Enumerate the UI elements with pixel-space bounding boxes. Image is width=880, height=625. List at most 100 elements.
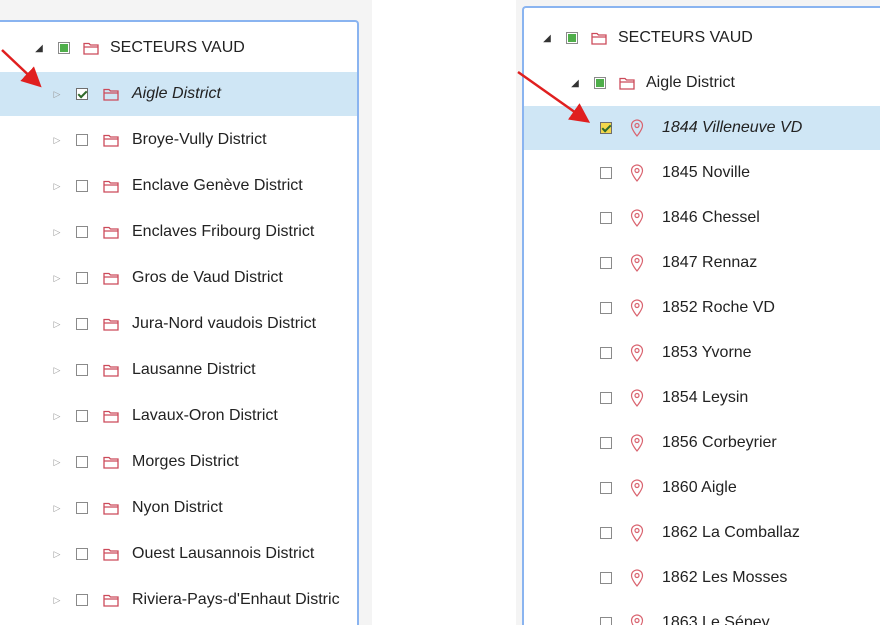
item-label: Ouest Lausannois District	[132, 545, 315, 562]
collapsed-triangle-icon[interactable]: ▷	[50, 595, 64, 606]
tree-item-morges-district[interactable]: ▷ Morges District	[0, 440, 357, 484]
tree-item-lausanne-district[interactable]: ▷ Lausanne District	[0, 348, 357, 392]
leaf-label: 1847 Rennaz	[662, 254, 758, 271]
collapsed-triangle-icon[interactable]: ▷	[50, 411, 64, 422]
item-checkbox[interactable]	[76, 180, 88, 192]
tree-leaf-1862-la-comballaz[interactable]: 1862 La Comballaz	[524, 511, 880, 555]
tree-item-nyon-district[interactable]: ▷ Nyon District	[0, 486, 357, 530]
tree-leaf-1847-rennaz[interactable]: 1847 Rennaz	[524, 241, 880, 285]
collapsed-triangle-icon[interactable]: ▷	[50, 503, 64, 514]
leaf-label: 1845 Noville	[662, 164, 751, 181]
tree-item-riviera-pays-d-enhaut-distric[interactable]: ▷ Riviera-Pays-d'Enhaut Distric	[0, 578, 357, 622]
tree-leaf-1863-le-sepey[interactable]: 1863 Le Sépey	[524, 601, 880, 625]
leaf-checkbox[interactable]	[600, 482, 612, 494]
map-pin-icon	[628, 389, 646, 407]
folder-icon	[618, 74, 636, 92]
map-pin-icon	[628, 164, 646, 182]
collapsed-triangle-icon[interactable]: ▷	[50, 549, 64, 560]
leaf-label: 1863 Le Sépey	[662, 614, 770, 625]
collapsed-triangle-icon[interactable]: ▷	[50, 457, 64, 468]
map-pin-icon	[628, 524, 646, 542]
item-checkbox[interactable]	[76, 226, 88, 238]
leaf-checkbox[interactable]	[600, 527, 612, 539]
leaf-checkbox[interactable]	[600, 347, 612, 359]
tree-item-broye-vully-district[interactable]: ▷ Broye-Vully District	[0, 118, 357, 162]
leaf-label: 1844 Villeneuve VD	[662, 119, 803, 136]
tree-leaf-1845-noville[interactable]: 1845 Noville	[524, 151, 880, 195]
leaf-label: 1846 Chessel	[662, 209, 760, 226]
item-checkbox[interactable]	[76, 410, 88, 422]
left-tree-panel: ◢ SECTEURS VAUD ▷ Aigle District ▷ Broye-Vu…	[0, 0, 372, 625]
map-pin-icon	[628, 299, 646, 317]
leaf-checkbox[interactable]	[600, 617, 612, 625]
leaf-checkbox[interactable]	[600, 257, 612, 269]
map-pin-icon	[628, 119, 646, 137]
folder-icon	[102, 223, 120, 241]
item-label: Enclave Genève District	[132, 177, 303, 194]
item-label: Enclaves Fribourg District	[132, 223, 315, 240]
folder-icon	[102, 269, 120, 287]
map-pin-icon	[628, 209, 646, 227]
folder-icon	[102, 177, 120, 195]
item-label: Gros de Vaud District	[132, 269, 283, 286]
tree-leaf-1853-yvorne[interactable]: 1853 Yvorne	[524, 331, 880, 375]
collapsed-triangle-icon[interactable]: ▷	[50, 319, 64, 330]
folder-icon	[102, 545, 120, 563]
leaf-checkbox[interactable]	[600, 167, 612, 179]
item-checkbox[interactable]	[76, 502, 88, 514]
item-label: Nyon District	[132, 499, 223, 516]
leaf-label: 1852 Roche VD	[662, 299, 775, 316]
item-checkbox[interactable]	[76, 88, 88, 100]
leaf-checkbox[interactable]	[600, 392, 612, 404]
map-pin-icon	[628, 569, 646, 587]
item-checkbox[interactable]	[76, 364, 88, 376]
tree-leaf-1852-roche-vd[interactable]: 1852 Roche VD	[524, 286, 880, 330]
collapsed-triangle-icon[interactable]: ▷	[50, 227, 64, 238]
leaf-checkbox[interactable]	[600, 572, 612, 584]
map-pin-icon	[628, 434, 646, 452]
map-pin-icon	[628, 344, 646, 362]
map-pin-icon	[628, 614, 646, 625]
right-tree-panel: ◢ SECTEURS VAUD ◢ Aigle District 1844 Vi…	[516, 0, 880, 625]
tree-item-gros-de-vaud-district[interactable]: ▷ Gros de Vaud District	[0, 256, 357, 300]
item-checkbox[interactable]	[76, 318, 88, 330]
leaf-label: 1853 Yvorne	[662, 344, 752, 361]
folder-icon	[102, 591, 120, 609]
folder-icon	[102, 361, 120, 379]
item-label: Riviera-Pays-d'Enhaut Distric	[132, 591, 340, 608]
item-checkbox[interactable]	[76, 456, 88, 468]
folder-icon	[102, 315, 120, 333]
tree-leaf-1856-corbeyrier[interactable]: 1856 Corbeyrier	[524, 421, 880, 465]
tree-item-jura-nord-vaudois-district[interactable]: ▷ Jura-Nord vaudois District	[0, 302, 357, 346]
leaf-checkbox[interactable]	[600, 302, 612, 314]
tree-item-lavaux-oron-district[interactable]: ▷ Lavaux-Oron District	[0, 394, 357, 438]
tree-leaf-1860-aigle[interactable]: 1860 Aigle	[524, 466, 880, 510]
leaf-checkbox[interactable]	[600, 212, 612, 224]
item-checkbox[interactable]	[76, 272, 88, 284]
tree-leaf-1862-les-mosses[interactable]: 1862 Les Mosses	[524, 556, 880, 600]
leaf-label: 1860 Aigle	[662, 479, 737, 496]
item-label: Broye-Vully District	[132, 131, 267, 148]
item-checkbox[interactable]	[76, 134, 88, 146]
tree-item-enclaves-fribourg-district[interactable]: ▷ Enclaves Fribourg District	[0, 210, 357, 254]
item-checkbox[interactable]	[76, 548, 88, 560]
leaf-checkbox[interactable]	[600, 437, 612, 449]
tree-item-ouest-lausannois-district[interactable]: ▷ Ouest Lausannois District	[0, 532, 357, 576]
item-label: Lavaux-Oron District	[132, 407, 278, 424]
tree-leaf-1846-chessel[interactable]: 1846 Chessel	[524, 196, 880, 240]
folder-icon	[102, 407, 120, 425]
collapsed-triangle-icon[interactable]: ▷	[50, 181, 64, 192]
tree-root-label: SECTEURS VAUD	[618, 29, 753, 46]
item-label: Aigle District	[132, 85, 221, 102]
leaf-label: 1862 La Comballaz	[662, 524, 800, 541]
tree-leaf-1854-leysin[interactable]: 1854 Leysin	[524, 376, 880, 420]
item-label: Lausanne District	[132, 361, 256, 378]
collapsed-triangle-icon[interactable]: ▷	[50, 135, 64, 146]
collapsed-triangle-icon[interactable]: ▷	[50, 273, 64, 284]
leaf-label: 1856 Corbeyrier	[662, 434, 777, 451]
tree-item-enclave-geneve-district[interactable]: ▷ Enclave Genève District	[0, 164, 357, 208]
collapsed-triangle-icon[interactable]: ▷	[50, 365, 64, 376]
item-checkbox[interactable]	[76, 594, 88, 606]
leaf-label: 1854 Leysin	[662, 389, 749, 406]
district-label: Aigle District	[646, 74, 735, 91]
